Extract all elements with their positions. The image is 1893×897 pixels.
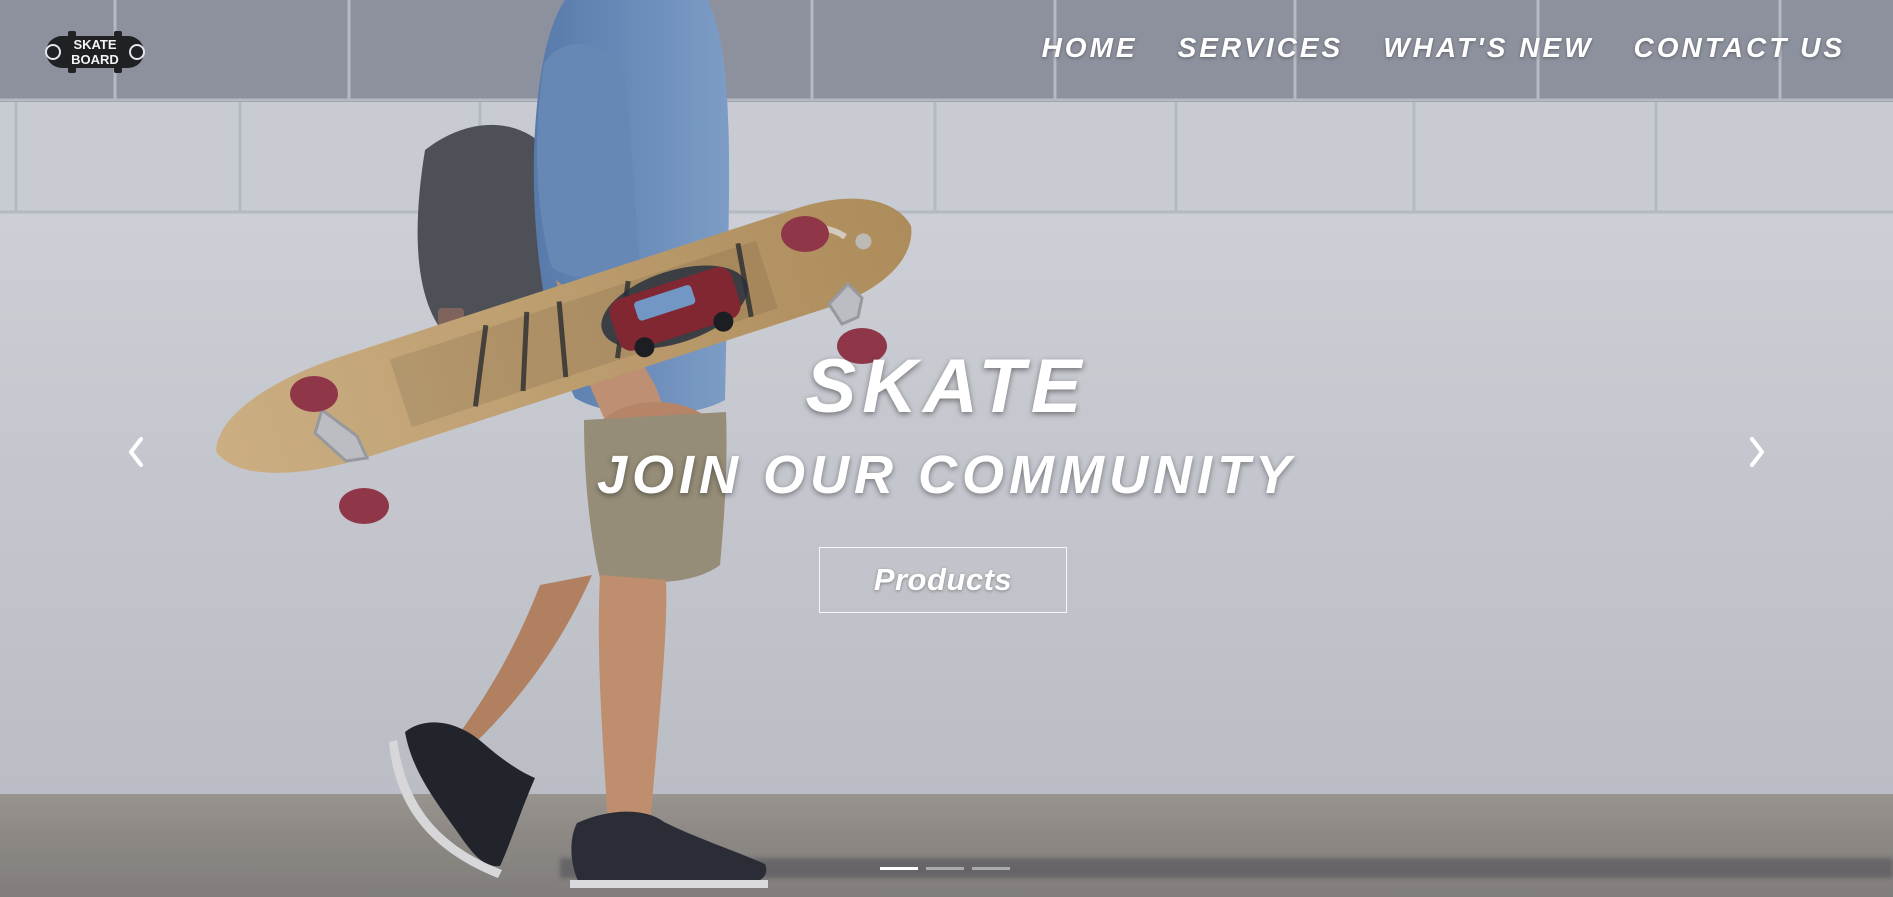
logo-text-bottom: BOARD [71,52,119,67]
hero-overlay [0,0,1893,897]
nav-home-link[interactable]: HOME [1042,32,1138,64]
main-navigation: HOME SERVICES WHAT'S NEW CONTACT US [1042,28,1845,68]
carousel-prev-button[interactable] [124,430,148,474]
carousel-indicator-2[interactable] [926,867,964,870]
chevron-right-icon [1750,437,1764,467]
nav-whats-new-link[interactable]: WHAT'S NEW [1383,32,1593,64]
nav-services-link[interactable]: SERVICES [1178,32,1344,64]
skateboard-logo-icon: SKATE BOARD [45,31,145,73]
brand-logo[interactable]: SKATE BOARD [40,24,150,78]
nav-contact-us-link[interactable]: CONTACT US [1634,32,1845,64]
carousel-indicator-1[interactable] [880,867,918,870]
hero-carousel: SKATE BOARD HOME SERVICES WHAT'S NEW CON… [0,0,1893,897]
logo-text-top: SKATE [73,37,116,52]
carousel-indicators [880,867,1010,870]
chevron-left-icon [129,437,143,467]
carousel-next-button[interactable] [1745,430,1769,474]
products-button[interactable]: Products [819,547,1067,613]
carousel-indicator-3[interactable] [972,867,1010,870]
hero-background [0,0,1893,897]
